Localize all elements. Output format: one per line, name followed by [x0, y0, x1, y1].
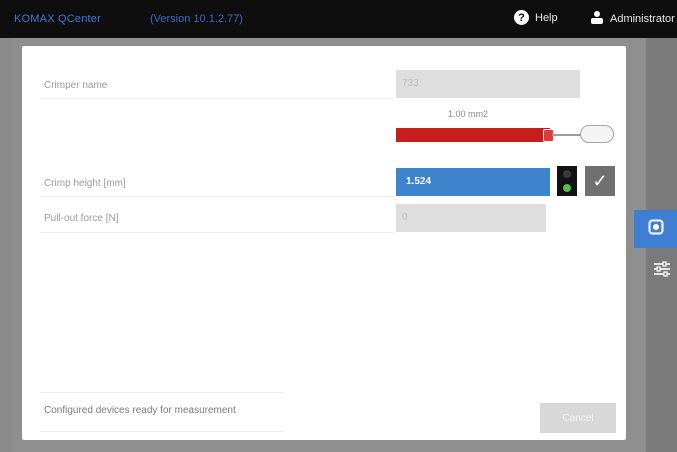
traffic-dot-off: [563, 170, 571, 178]
crimper-name-label: Crimper name: [44, 80, 108, 91]
user-label: Administrator: [610, 12, 675, 25]
confirm-button[interactable]: ✓: [585, 166, 615, 196]
checkmark-icon: ✓: [592, 170, 608, 191]
traffic-light-indicator: [557, 166, 577, 196]
cancel-button[interactable]: Cancel: [540, 403, 616, 433]
sliders-icon: [653, 260, 671, 282]
settings-button[interactable]: [646, 254, 677, 288]
app-brand: KOMAX QCenter: [14, 13, 101, 25]
user-icon: [590, 10, 604, 27]
row-divider: [40, 98, 394, 99]
slider-end-cap: [580, 125, 614, 143]
pullout-force-field[interactable]: 0: [396, 204, 546, 232]
row-divider: [40, 232, 394, 233]
status-message: Configured devices ready for measurement: [44, 405, 236, 416]
crimper-name-field[interactable]: 733: [396, 70, 580, 98]
crimp-height-field[interactable]: 1.524: [396, 168, 550, 196]
measurement-icon: [648, 219, 664, 240]
user-menu-button[interactable]: Administrator: [590, 10, 675, 27]
measurement-panel: [22, 46, 626, 440]
left-strip: [0, 38, 12, 452]
app-version: (Version 10.1.2.77): [150, 13, 243, 25]
pullout-force-label: Pull-out force [N]: [44, 213, 119, 224]
top-bar: KOMAX QCenter (Version 10.1.2.77) ? Help…: [0, 0, 677, 38]
traffic-dot-green: [563, 184, 571, 192]
cross-section-value: 1.00 mm2: [448, 109, 489, 119]
help-label: Help: [535, 11, 558, 24]
help-button[interactable]: ? Help: [514, 10, 558, 25]
crimp-height-label: Crimp height [mm]: [44, 178, 126, 189]
slider-track: [552, 134, 582, 136]
row-divider: [40, 196, 394, 197]
measurement-mode-button[interactable]: [634, 210, 677, 248]
question-circle-icon: ?: [514, 10, 529, 25]
slider-fill: [396, 128, 550, 142]
